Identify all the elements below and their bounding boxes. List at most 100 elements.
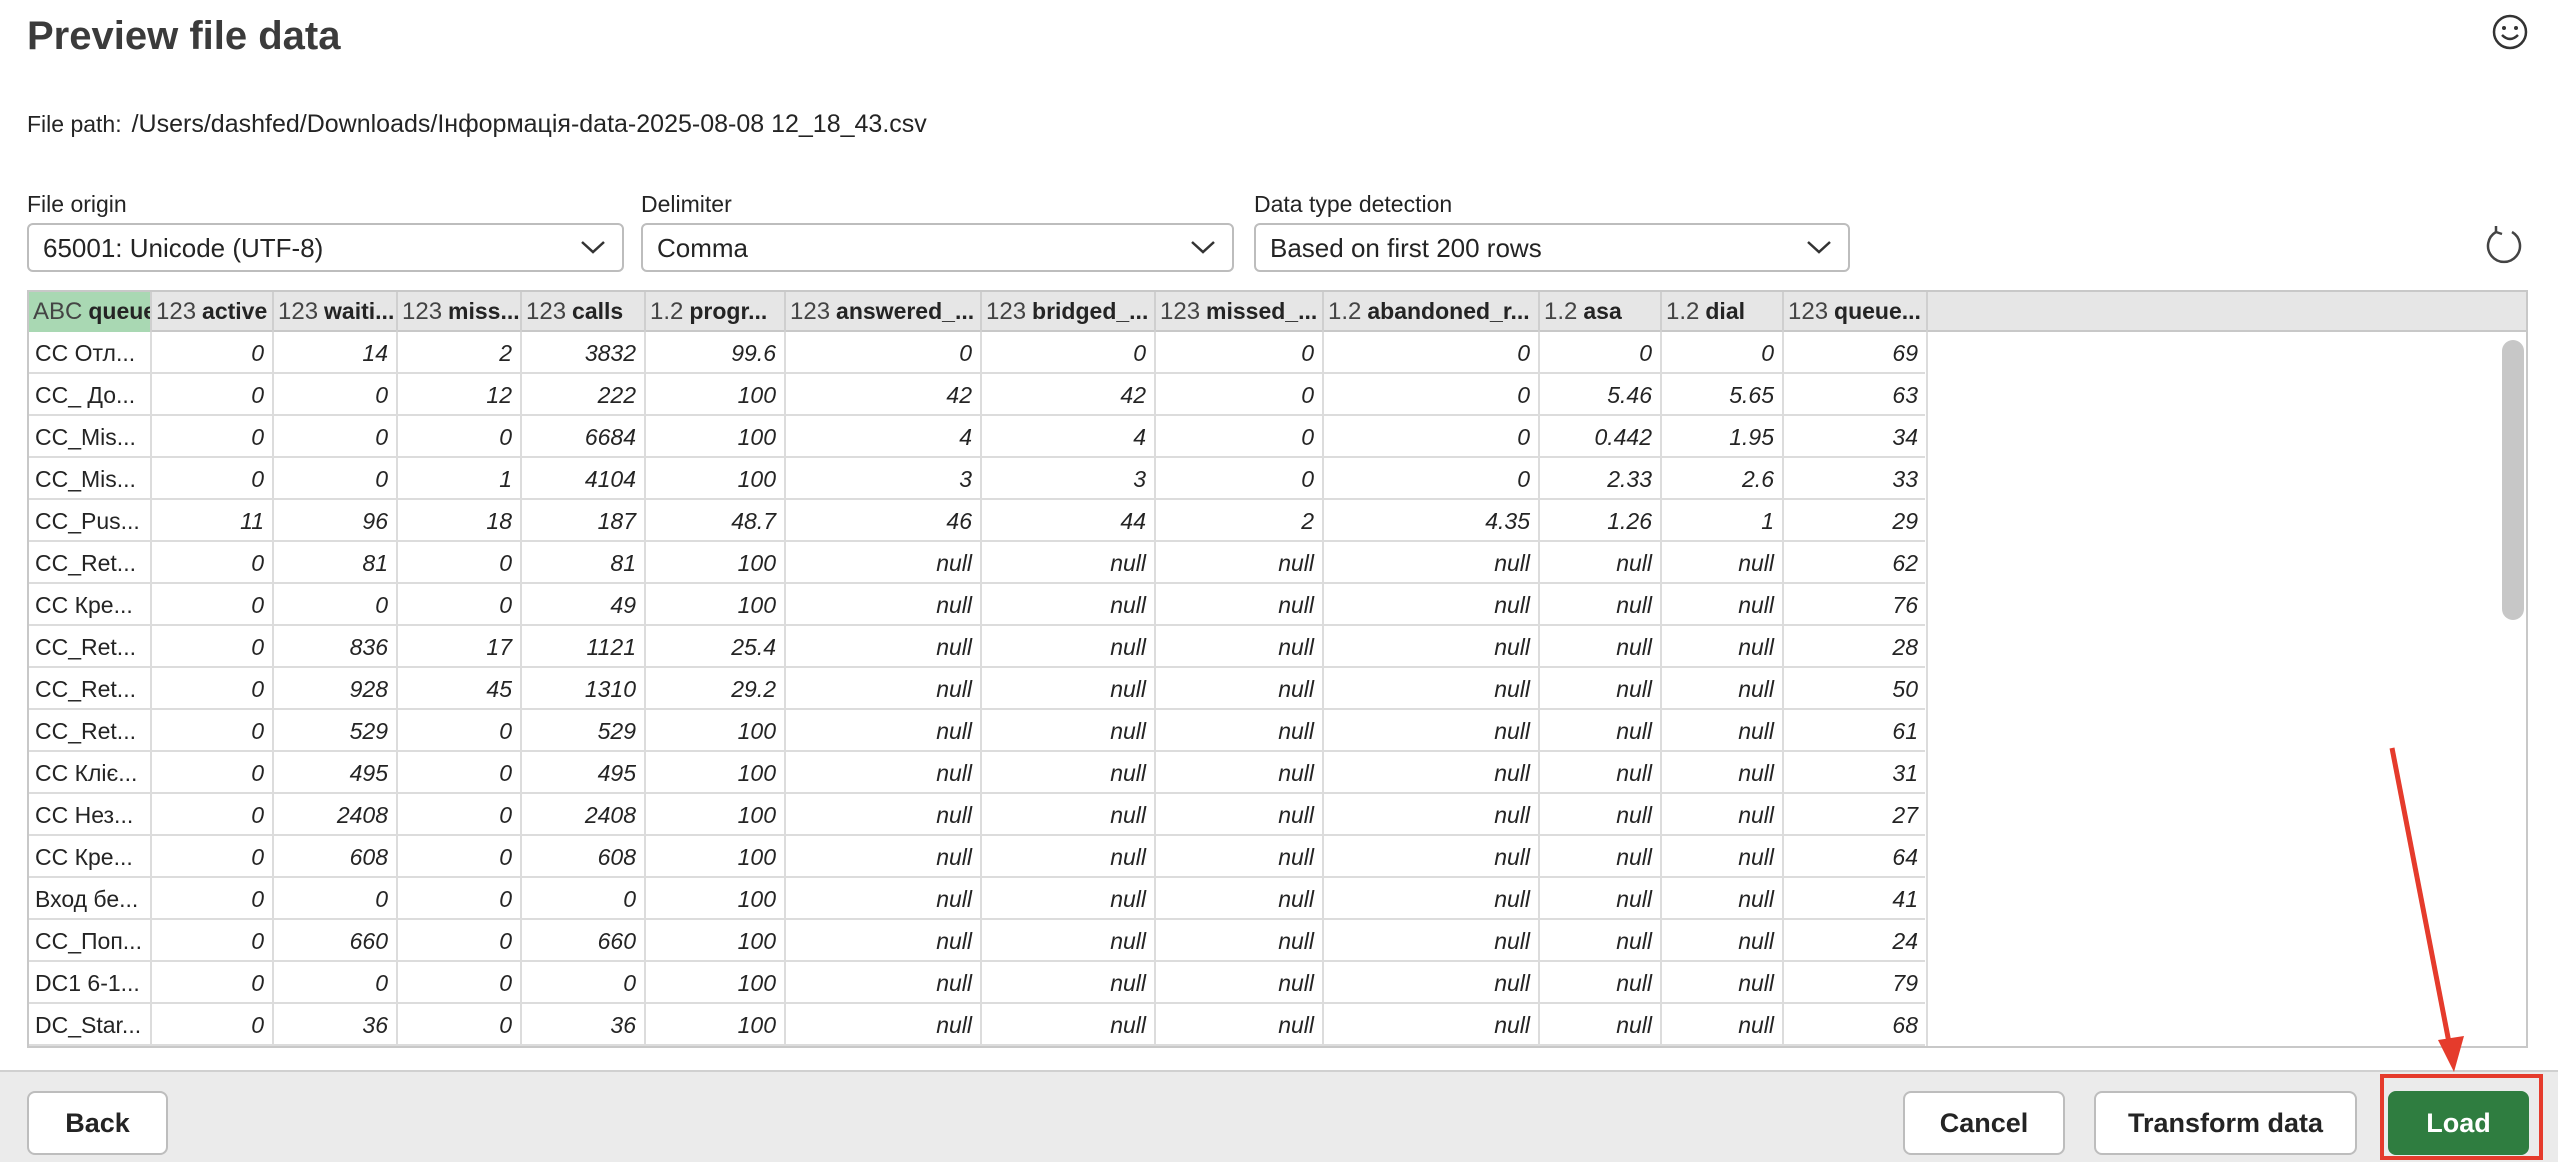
column-type-icon[interactable]: 123 — [402, 298, 442, 325]
column-header-5[interactable]: 1.2 progr... — [646, 292, 786, 332]
column-type-icon[interactable]: ABC — [33, 298, 82, 325]
table-cell: 1 — [1662, 500, 1784, 542]
table-cell: 29.2 — [646, 668, 786, 710]
table-cell: 1.26 — [1540, 500, 1662, 542]
table-cell: 49 — [522, 584, 646, 626]
column-header-11[interactable]: 1.2 dial — [1662, 292, 1784, 332]
file-origin-value: 65001: Unicode (UTF-8) — [43, 233, 324, 263]
table-cell: 11 — [152, 500, 274, 542]
table-cell: 0 — [152, 752, 274, 794]
table-cell: null — [1324, 836, 1540, 878]
table-cell: 495 — [274, 752, 398, 794]
table-cell: 81 — [274, 542, 398, 584]
file-origin-select[interactable]: 65001: Unicode (UTF-8) — [27, 223, 624, 272]
table-cell: 100 — [646, 458, 786, 500]
table-cell: 0 — [398, 416, 522, 458]
table-row: DC1 6-1... 0 0 0 0 100 null null null null null nul… — [29, 962, 1928, 1004]
table-cell: null — [786, 1004, 982, 1046]
table-cell: 76 — [1784, 584, 1928, 626]
column-type-icon[interactable]: 1.2 — [1544, 298, 1577, 325]
column-header-1[interactable]: 123 active — [152, 292, 274, 332]
delimiter-label: Delimiter — [641, 191, 732, 217]
table-cell: 608 — [274, 836, 398, 878]
table-cell: 0 — [152, 374, 274, 416]
data-type-detection-select[interactable]: Based on first 200 rows — [1254, 223, 1850, 272]
table-row: CC_Ret... 0 529 0 529 100 null null null null null… — [29, 710, 1928, 752]
table-cell: 5.65 — [1662, 374, 1784, 416]
column-header-9[interactable]: 1.2 abandoned_r... — [1324, 292, 1540, 332]
table-cell: 0 — [398, 836, 522, 878]
table-cell: 495 — [522, 752, 646, 794]
table-cell: 0 — [152, 710, 274, 752]
table-cell: null — [1156, 962, 1324, 1004]
column-header-label: missed_... — [1206, 298, 1318, 324]
table-cell: null — [1156, 920, 1324, 962]
column-header-0[interactable]: ABC queue — [29, 292, 152, 332]
back-button[interactable]: Back — [27, 1091, 168, 1155]
column-type-icon[interactable]: 123 — [1160, 298, 1200, 325]
table-cell: 0 — [274, 416, 398, 458]
table-cell: null — [1324, 1004, 1540, 1046]
column-header-label: queue — [88, 298, 152, 324]
column-header-2[interactable]: 123 waiti... — [274, 292, 398, 332]
table-cell: null — [1324, 878, 1540, 920]
table-cell: null — [1662, 710, 1784, 752]
table-cell: 50 — [1784, 668, 1928, 710]
table-cell: null — [1324, 584, 1540, 626]
column-header-6[interactable]: 123 answered_... — [786, 292, 982, 332]
table-cell: 0 — [398, 794, 522, 836]
table-cell: 81 — [522, 542, 646, 584]
table-cell: 0 — [274, 458, 398, 500]
table-cell: Вход бе... — [29, 878, 152, 920]
table-cell: null — [1156, 668, 1324, 710]
table-cell: 0 — [152, 416, 274, 458]
column-header-4[interactable]: 123 calls — [522, 292, 646, 332]
column-type-icon[interactable]: 123 — [1788, 298, 1828, 325]
table-cell: null — [1662, 1004, 1784, 1046]
column-header-3[interactable]: 123 miss... — [398, 292, 522, 332]
table-row: CC_ До... 0 0 12 222 100 42 42 0 0 5.46 5.65 63 — [29, 374, 1928, 416]
scrollbar-thumb[interactable] — [2502, 340, 2524, 620]
column-type-icon[interactable]: 123 — [278, 298, 318, 325]
table-cell: 0 — [398, 542, 522, 584]
table-cell: 64 — [1784, 836, 1928, 878]
column-header-8[interactable]: 123 missed_... — [1156, 292, 1324, 332]
delimiter-select[interactable]: Comma — [641, 223, 1234, 272]
column-header-12[interactable]: 123 queue... — [1784, 292, 1928, 332]
table-cell: 2 — [1156, 500, 1324, 542]
table-cell: 660 — [522, 920, 646, 962]
table-cell: 0 — [1324, 332, 1540, 374]
column-type-icon[interactable]: 1.2 — [650, 298, 683, 325]
table-cell: CC_Mis... — [29, 416, 152, 458]
table-row: CC_Pus... 11 96 18 187 48.7 46 44 2 4.35 1.26 1 29 — [29, 500, 1928, 542]
table-cell: 33 — [1784, 458, 1928, 500]
column-type-icon[interactable]: 123 — [156, 298, 196, 325]
table-cell: null — [982, 962, 1156, 1004]
table-cell: 529 — [274, 710, 398, 752]
column-type-icon[interactable]: 1.2 — [1328, 298, 1361, 325]
column-header-10[interactable]: 1.2 asa — [1540, 292, 1662, 332]
column-type-icon[interactable]: 123 — [986, 298, 1026, 325]
table-cell: 0 — [1324, 374, 1540, 416]
refresh-icon[interactable] — [2482, 224, 2526, 268]
table-cell: 0 — [1156, 458, 1324, 500]
table-cell: null — [982, 920, 1156, 962]
load-button-highlight — [2380, 1074, 2543, 1160]
cancel-button[interactable]: Cancel — [1903, 1091, 2065, 1155]
column-type-icon[interactable]: 123 — [526, 298, 566, 325]
column-type-icon[interactable]: 1.2 — [1666, 298, 1699, 325]
table-cell: null — [786, 710, 982, 752]
smiley-icon[interactable] — [2490, 12, 2530, 52]
table-cell: CC Кліє... — [29, 752, 152, 794]
transform-data-button[interactable]: Transform data — [2094, 1091, 2357, 1155]
table-cell: null — [1540, 584, 1662, 626]
table-cell: 62 — [1784, 542, 1928, 584]
column-type-icon[interactable]: 123 — [790, 298, 830, 325]
table-cell: 24 — [1784, 920, 1928, 962]
column-header-7[interactable]: 123 bridged_... — [982, 292, 1156, 332]
table-cell: DC_Star... — [29, 1004, 152, 1046]
table-row: CC_Ret... 0 81 0 81 100 null null null null null nu… — [29, 542, 1928, 584]
table-cell: null — [786, 668, 982, 710]
table-cell: 836 — [274, 626, 398, 668]
chevron-down-icon — [1807, 241, 1831, 254]
